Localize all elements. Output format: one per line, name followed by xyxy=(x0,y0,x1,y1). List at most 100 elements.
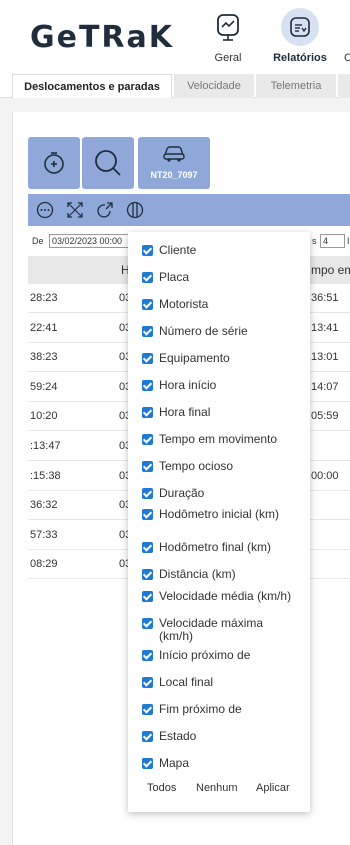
column-option[interactable]: Velocidade máxima (km/h) xyxy=(142,617,299,643)
checkbox-checked-icon[interactable] xyxy=(142,677,153,688)
checkbox-checked-icon[interactable] xyxy=(142,591,153,602)
cell-time-start: :15:38 xyxy=(30,469,61,482)
right-filter-input[interactable]: 4 xyxy=(320,234,345,248)
checkbox-checked-icon[interactable] xyxy=(142,299,153,310)
cell-time-start: 28:23 xyxy=(30,292,58,304)
column-option[interactable]: Tempo em movimento xyxy=(142,433,299,446)
checkbox-checked-icon[interactable] xyxy=(142,353,153,364)
column-option-label: Mapa xyxy=(159,756,190,770)
tab-deslocamentos[interactable]: Deslocamentos e paradas xyxy=(12,74,172,98)
checkbox-checked-icon[interactable] xyxy=(142,650,153,661)
cell-duration: 05:59 xyxy=(311,410,339,423)
add-timer-button[interactable] xyxy=(28,137,80,189)
checkbox-checked-icon[interactable] xyxy=(142,569,153,580)
tab-next[interactable] xyxy=(338,74,350,98)
cell-time-start: :13:47 xyxy=(30,440,61,452)
getrak-logo: GeTRaK xyxy=(30,20,175,55)
column-option[interactable]: Hodômetro inicial (km) xyxy=(142,508,299,521)
car-icon xyxy=(163,146,185,162)
checkbox-checked-icon[interactable] xyxy=(142,461,153,472)
checkbox-checked-icon[interactable] xyxy=(142,704,153,715)
report-list-icon xyxy=(281,8,319,46)
right-filter-tail: I xyxy=(347,236,350,246)
column-option[interactable]: Distância (km) xyxy=(142,568,299,581)
column-option-label: Hora início xyxy=(159,378,217,392)
export-icon[interactable] xyxy=(96,201,114,219)
table-toolbar xyxy=(28,194,350,226)
cell-time-start: 59:24 xyxy=(30,380,58,393)
select-none-button[interactable]: Nenhum xyxy=(196,782,238,794)
column-option[interactable]: Mapa xyxy=(142,757,299,770)
vehicle-label: NT20_7097 xyxy=(150,170,198,180)
from-date-input[interactable]: 03/02/2023 00:00 xyxy=(49,234,129,248)
column-option[interactable]: Local final xyxy=(142,676,299,689)
column-option[interactable]: Hodômetro final (km) xyxy=(142,541,299,554)
checkbox-checked-icon[interactable] xyxy=(142,380,153,391)
cell-time-start: 36:32 xyxy=(30,499,58,512)
cell-time-start: 57:33 xyxy=(30,528,58,541)
nav-relatorios[interactable]: Relatórios xyxy=(270,8,330,64)
checkbox-checked-icon[interactable] xyxy=(142,434,153,445)
cell-time-start: 38:23 xyxy=(30,351,58,364)
column-option-label: Velocidade máxima (km/h) xyxy=(159,616,264,643)
column-option-label: Distância (km) xyxy=(159,567,236,581)
checkbox-checked-icon[interactable] xyxy=(142,509,153,520)
cell-duration: 00:00 xyxy=(311,469,339,482)
column-chooser-dropdown: Cliente Placa Motorista Número de série Equi… xyxy=(128,232,310,812)
timer-plus-icon xyxy=(44,152,64,174)
column-option[interactable]: Motorista xyxy=(142,298,299,311)
column-option[interactable]: Estado xyxy=(142,730,299,743)
from-label: De xyxy=(32,236,44,246)
column-option-label: Velocidade média (km/h) xyxy=(159,589,292,603)
cell-duration: 14:07 xyxy=(311,380,339,393)
checkbox-checked-icon[interactable] xyxy=(142,245,153,256)
column-option[interactable]: Equipamento xyxy=(142,352,299,365)
header-col-tempo[interactable]: mpo em xyxy=(311,263,350,277)
column-option[interactable]: Tempo ocioso xyxy=(142,460,299,473)
column-option-label: Hodômetro final (km) xyxy=(159,540,272,554)
monitor-chart-icon xyxy=(209,8,247,46)
columns-icon[interactable] xyxy=(126,201,144,219)
checkbox-checked-icon[interactable] xyxy=(142,272,153,283)
select-all-button[interactable]: Todos xyxy=(147,782,176,794)
column-option[interactable]: Velocidade média (km/h) xyxy=(142,590,299,603)
column-option-label: Tempo em movimento xyxy=(159,432,278,446)
column-option[interactable]: Número de série xyxy=(142,325,299,338)
column-option-label: Hora final xyxy=(159,405,211,419)
nav-more[interactable]: C xyxy=(343,8,350,64)
expand-icon[interactable] xyxy=(66,201,84,219)
search-button[interactable] xyxy=(82,137,134,189)
column-option[interactable]: Hora final xyxy=(142,406,299,419)
checkbox-checked-icon[interactable] xyxy=(142,407,153,418)
checkbox-checked-icon[interactable] xyxy=(142,488,153,499)
column-option[interactable]: Fim próximo de xyxy=(142,703,299,716)
column-option-label: Local final xyxy=(159,675,214,689)
column-option-label: Número de série xyxy=(159,324,248,338)
column-option[interactable]: Duração xyxy=(142,487,299,500)
column-option[interactable]: Cliente xyxy=(142,244,299,257)
checkbox-checked-icon[interactable] xyxy=(142,542,153,553)
tab-telemetria[interactable]: Telemetria xyxy=(256,74,336,98)
tab-velocidade[interactable]: Velocidade xyxy=(174,74,254,98)
nav-geral-label: Geral xyxy=(214,52,242,64)
nav-more-label: C xyxy=(344,52,350,64)
apply-button[interactable]: Aplicar xyxy=(256,782,290,794)
column-option-label: Motorista xyxy=(159,297,209,311)
column-option[interactable]: Início próximo de xyxy=(142,649,299,662)
column-option[interactable]: Hora início xyxy=(142,379,299,392)
checkbox-checked-icon[interactable] xyxy=(142,758,153,769)
cell-duration: 13:41 xyxy=(311,321,339,334)
app-header: GeTRaK Geral Relatórios C xyxy=(0,0,350,70)
nav-relatorios-label: Relatórios xyxy=(273,52,327,64)
checkbox-checked-icon[interactable] xyxy=(142,618,153,629)
checkbox-checked-icon[interactable] xyxy=(142,731,153,742)
column-option[interactable]: Placa xyxy=(142,271,299,284)
cell-time-start: 22:41 xyxy=(30,321,58,334)
right-filter-label: s xyxy=(312,236,317,246)
vehicle-chip[interactable]: NT20_7097 xyxy=(138,137,210,189)
nav-geral[interactable]: Geral xyxy=(208,8,248,64)
column-option-label: Fim próximo de xyxy=(159,702,242,716)
report-tabs: Deslocamentos e paradas Velocidade Telem… xyxy=(0,74,350,98)
checkbox-checked-icon[interactable] xyxy=(142,326,153,337)
more-options-icon[interactable] xyxy=(36,201,54,219)
